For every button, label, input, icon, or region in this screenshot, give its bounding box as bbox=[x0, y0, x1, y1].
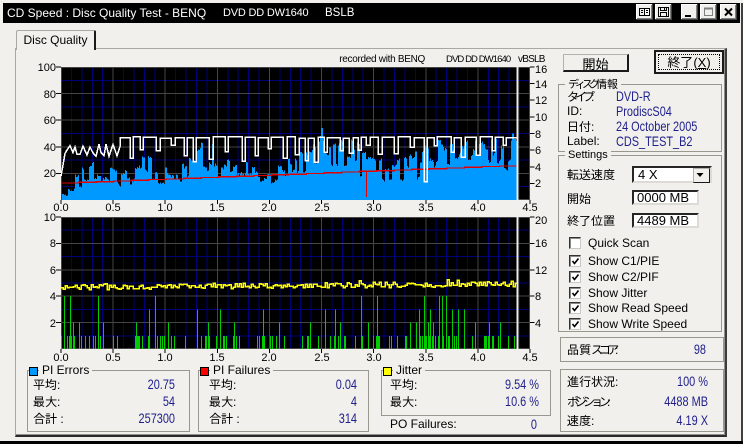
svg-text:recorded with BENQ: recorded with BENQ bbox=[339, 54, 425, 65]
svg-text:4.0: 4.0 bbox=[470, 202, 485, 214]
svg-text:1.0: 1.0 bbox=[157, 202, 172, 214]
svg-text:2.5: 2.5 bbox=[314, 352, 329, 364]
svg-text:8: 8 bbox=[535, 291, 541, 303]
svg-text:2: 2 bbox=[50, 318, 56, 330]
svg-text:vBSLB: vBSLB bbox=[518, 54, 546, 65]
svg-text:6: 6 bbox=[50, 265, 56, 277]
svg-text:20: 20 bbox=[535, 215, 547, 227]
svg-text:4: 4 bbox=[50, 291, 56, 303]
svg-text:0.5: 0.5 bbox=[105, 352, 120, 364]
svg-text:14: 14 bbox=[535, 79, 547, 91]
svg-text:1.5: 1.5 bbox=[209, 202, 224, 214]
svg-text:2: 2 bbox=[535, 178, 541, 190]
svg-text:DVD DD DW1640: DVD DD DW1640 bbox=[446, 54, 511, 65]
svg-text:3.0: 3.0 bbox=[366, 202, 381, 214]
svg-text:8: 8 bbox=[50, 238, 56, 250]
svg-text:0.5: 0.5 bbox=[105, 202, 120, 214]
svg-text:4: 4 bbox=[535, 318, 541, 330]
svg-text:3.5: 3.5 bbox=[418, 202, 433, 214]
svg-text:1.0: 1.0 bbox=[157, 352, 172, 364]
svg-text:6: 6 bbox=[535, 145, 541, 157]
svg-text:80: 80 bbox=[44, 89, 56, 101]
svg-text:4.5: 4.5 bbox=[522, 202, 537, 214]
svg-text:2.0: 2.0 bbox=[261, 202, 276, 214]
svg-text:60: 60 bbox=[44, 115, 56, 127]
svg-text:100: 100 bbox=[38, 62, 56, 74]
svg-text:2.5: 2.5 bbox=[314, 202, 329, 214]
svg-text:40: 40 bbox=[44, 142, 56, 154]
svg-text:3.0: 3.0 bbox=[366, 352, 381, 364]
svg-text:12: 12 bbox=[535, 95, 547, 107]
svg-text:4.0: 4.0 bbox=[470, 352, 485, 364]
svg-text:8: 8 bbox=[535, 129, 541, 141]
svg-text:16: 16 bbox=[535, 64, 547, 76]
svg-text:16: 16 bbox=[535, 238, 547, 250]
svg-text:4.5: 4.5 bbox=[522, 352, 537, 364]
svg-text:10: 10 bbox=[44, 212, 56, 224]
svg-text:10: 10 bbox=[535, 112, 547, 124]
svg-text:20: 20 bbox=[44, 168, 56, 180]
svg-text:12: 12 bbox=[535, 265, 547, 277]
svg-text:4: 4 bbox=[535, 162, 541, 174]
